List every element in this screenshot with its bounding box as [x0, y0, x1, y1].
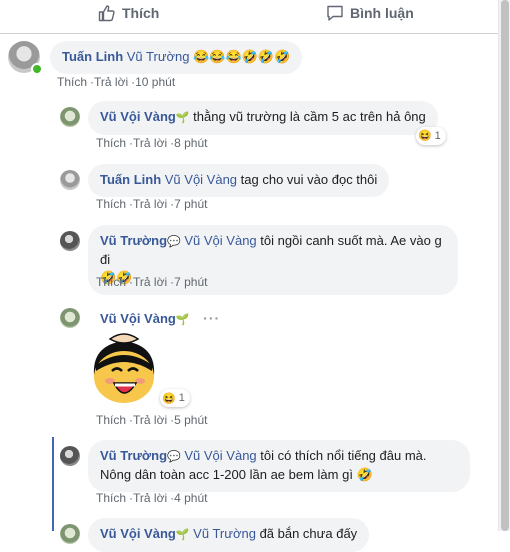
avatar[interactable]	[8, 41, 43, 75]
sticker-image	[93, 333, 155, 403]
comment-time[interactable]: 7 phút	[174, 275, 207, 289]
scrollbar-thumb[interactable]	[501, 0, 509, 531]
comment-author[interactable]: Vũ Vội Vàng	[100, 311, 176, 326]
comment-meta: Thích ·Trả lời ·4 phút	[96, 491, 208, 505]
haha-reaction-icon: 😆	[162, 392, 176, 405]
comment-author[interactable]: Vũ Trường	[100, 233, 167, 248]
comment-tag[interactable]: Vũ Vội Vàng	[165, 172, 237, 187]
comment-bubble: Vũ Vội Vàng🌱 Vũ Trường đã bắn chưa đấy	[88, 518, 370, 552]
speech-bubble-icon	[327, 5, 343, 21]
comment-bubble: Vũ Trường💬 Vũ Vội Vàng tôi có thích nổi …	[88, 440, 470, 492]
avatar[interactable]	[60, 107, 80, 127]
more-options-icon[interactable]: ···	[203, 310, 220, 326]
comment-bubble: Tuấn Linh Vũ Trường 😂😂😂🤣🤣🤣	[50, 41, 303, 74]
online-indicator	[31, 63, 43, 75]
comment-tag[interactable]: Vũ Vội Vàng	[184, 448, 256, 463]
reply-item: Vũ Vội Vàng🌱 thằng vũ trường là cầm 5 ac…	[60, 101, 446, 145]
avatar[interactable]	[60, 524, 80, 544]
comment-like-link[interactable]: Thích	[96, 491, 126, 505]
comment-reply-link[interactable]: Trả lời	[94, 75, 128, 89]
comment-like-link[interactable]: Thích	[96, 136, 126, 150]
comment-time[interactable]: 5 phút	[174, 413, 207, 427]
comment-meta: Thích ·Trả lời ·5 phút	[96, 413, 208, 427]
scrollbar[interactable]	[498, 0, 510, 531]
comment-reply-link[interactable]: Trả lời	[133, 491, 167, 505]
post-action-bar: Thích Bình luận	[0, 0, 498, 34]
comment-time[interactable]: 7 phút	[174, 197, 207, 211]
comment-reply-link[interactable]: Trả lời	[133, 413, 167, 427]
comment-like-link[interactable]: Thích	[96, 197, 126, 211]
comment-reply-link[interactable]: Trả lời	[133, 136, 167, 150]
reply-item: Tuấn Linh Vũ Vội Vàng tag cho vui vào đọ…	[60, 164, 390, 197]
comment-meta: Thích ·Trả lời ·8 phút	[96, 136, 208, 150]
new-member-badge-icon: 🌱	[175, 314, 190, 326]
comment-time[interactable]: 8 phút	[174, 136, 207, 150]
comment-tag[interactable]: Vũ Trường	[127, 49, 190, 64]
conversation-starter-badge-icon: 💬	[167, 236, 181, 248]
conversation-starter-badge-icon: 💬	[167, 451, 181, 463]
comment-tag[interactable]: Vũ Trường	[193, 526, 256, 541]
avatar[interactable]	[60, 170, 80, 190]
comment-author[interactable]: Vũ Vội Vàng	[100, 109, 176, 124]
avatar[interactable]	[60, 308, 80, 328]
like-button[interactable]: Thích	[98, 2, 159, 24]
comment-meta: Thích ·Trả lời ·10 phút	[57, 75, 176, 89]
comment-time[interactable]: 10 phút	[135, 75, 175, 89]
comment-meta: Thích ·Trả lời ·7 phút	[96, 275, 208, 289]
like-button-label: Thích	[122, 5, 160, 21]
comment-text-line-2: Nông dân toàn acc 1-200 lần ae bem làm g…	[100, 467, 353, 482]
comment-bubble: Tuấn Linh Vũ Vội Vàng tag cho vui vào đọ…	[88, 164, 390, 197]
comment-author[interactable]: Tuấn Linh	[100, 172, 161, 187]
comment-text: tag cho vui vào đọc thôi	[240, 172, 378, 187]
reaction-summary[interactable]: 😆 1	[415, 127, 446, 145]
highlighted-thread-indicator	[52, 437, 54, 531]
reply-item: Vũ Trường💬 Vũ Vội Vàng tôi có thích nổi …	[60, 440, 470, 492]
avatar[interactable]	[60, 231, 80, 251]
reaction-summary[interactable]: 😆 1	[160, 389, 190, 407]
comment-reply-link[interactable]: Trả lời	[133, 197, 167, 211]
comment-author[interactable]: Vũ Vội Vàng	[100, 526, 176, 541]
comment-author[interactable]: Tuấn Linh	[62, 49, 123, 64]
comment-bubble: Vũ Vội Vàng🌱 thằng vũ trường là cầm 5 ac…	[88, 101, 446, 145]
comment-like-link[interactable]: Thích	[96, 275, 126, 289]
comment-button-label: Bình luận	[350, 5, 414, 21]
comment-text-line-1: tôi có thích nổi tiếng đâu mà.	[260, 448, 427, 463]
new-member-badge-icon: 🌱	[175, 112, 190, 124]
comment-text: thằng vũ trường là cầm 5 ac trên hả ông	[193, 109, 426, 124]
reply-item: Vũ Vội Vàng🌱 Vũ Trường đã bắn chưa đấy	[60, 518, 370, 552]
haha-reaction-icon: 😆	[417, 130, 432, 142]
laughing-girl-sticker[interactable]	[84, 331, 164, 411]
reaction-count: 1	[434, 130, 441, 142]
comment-meta: Thích ·Trả lời ·7 phút	[96, 197, 208, 211]
comment-reply-link[interactable]: Trả lời	[133, 275, 167, 289]
comment-button[interactable]: Bình luận	[326, 2, 414, 24]
comment-text: đã bắn chưa đấy	[259, 526, 358, 541]
comment-author[interactable]: Vũ Trường	[100, 448, 167, 463]
reaction-count: 1	[178, 392, 185, 404]
comment-like-link[interactable]: Thích	[57, 75, 87, 89]
comment-tag[interactable]: Vũ Vội Vàng	[184, 233, 256, 248]
thumbs-up-icon	[98, 5, 115, 22]
comment-time[interactable]: 4 phút	[174, 491, 207, 505]
avatar[interactable]	[60, 446, 80, 466]
comment-item: Tuấn Linh Vũ Trường 😂😂😂🤣🤣🤣	[8, 41, 303, 75]
comment-emojis: 🤣	[356, 467, 373, 482]
comment-like-link[interactable]: Thích	[96, 413, 126, 427]
comment-emojis: 😂😂😂🤣🤣🤣	[193, 49, 291, 64]
